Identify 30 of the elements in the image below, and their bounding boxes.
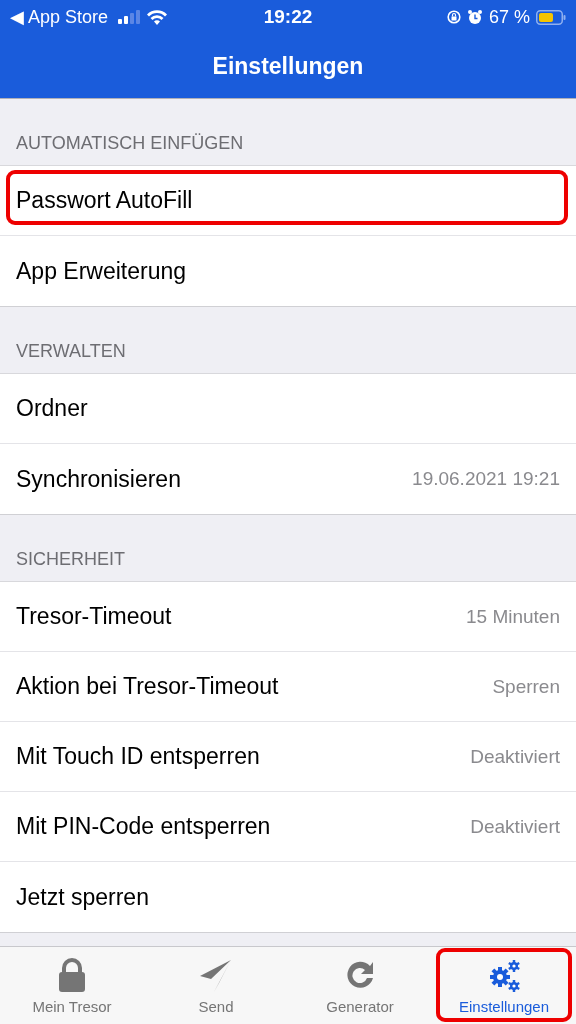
settings-row[interactable]: Tresor-Timeout 15 Minuten	[0, 582, 576, 652]
settings-row[interactable]: Synchronisieren 19.06.2021 19:21	[0, 444, 576, 514]
tab[interactable]: Einstellungen	[436, 948, 572, 1022]
back-to-app-label[interactable]: ◀ App Store	[10, 6, 109, 28]
battery-icon	[536, 9, 566, 25]
alarm-icon	[466, 9, 483, 25]
section-header: AUTOMATISCH EINFÜGEN	[16, 133, 244, 154]
settings-row[interactable]: Mit Touch ID entsperren Deaktiviert	[0, 722, 576, 792]
clock-time: 19:22	[263, 6, 313, 28]
setting-value: Sperren	[492, 675, 560, 698]
section-header: SICHERHEIT	[16, 549, 125, 570]
setting-value: 15 Minuten	[466, 605, 560, 628]
settings-row[interactable]: Aktion bei Tresor-Timeout Sperren	[0, 652, 576, 722]
tab[interactable]: Generator	[292, 948, 428, 1022]
screen-title: Einstellungen	[212, 52, 364, 80]
settings-row[interactable]: App Erweiterung	[0, 236, 576, 306]
tab[interactable]: Send	[148, 948, 284, 1022]
setting-value: 19.06.2021 19:21	[412, 468, 560, 490]
wifi-icon	[146, 9, 169, 25]
signal-icon	[118, 10, 141, 24]
settings-row[interactable]: Ordner	[0, 374, 576, 444]
settings-row[interactable]: Mit PIN-Code entsperren Deaktiviert	[0, 792, 576, 862]
settings-row[interactable]: Passwort AutoFill	[0, 166, 576, 236]
settings-row[interactable]: Jetzt sperren	[0, 862, 576, 932]
battery-percentage: 67 %	[488, 6, 530, 28]
tab[interactable]: Mein Tresor	[4, 948, 140, 1022]
setting-value: Deaktiviert	[470, 745, 560, 768]
rotation-lock-icon	[446, 10, 461, 24]
setting-value: Deaktiviert	[470, 815, 560, 838]
section-header: VERWALTEN	[16, 341, 126, 362]
